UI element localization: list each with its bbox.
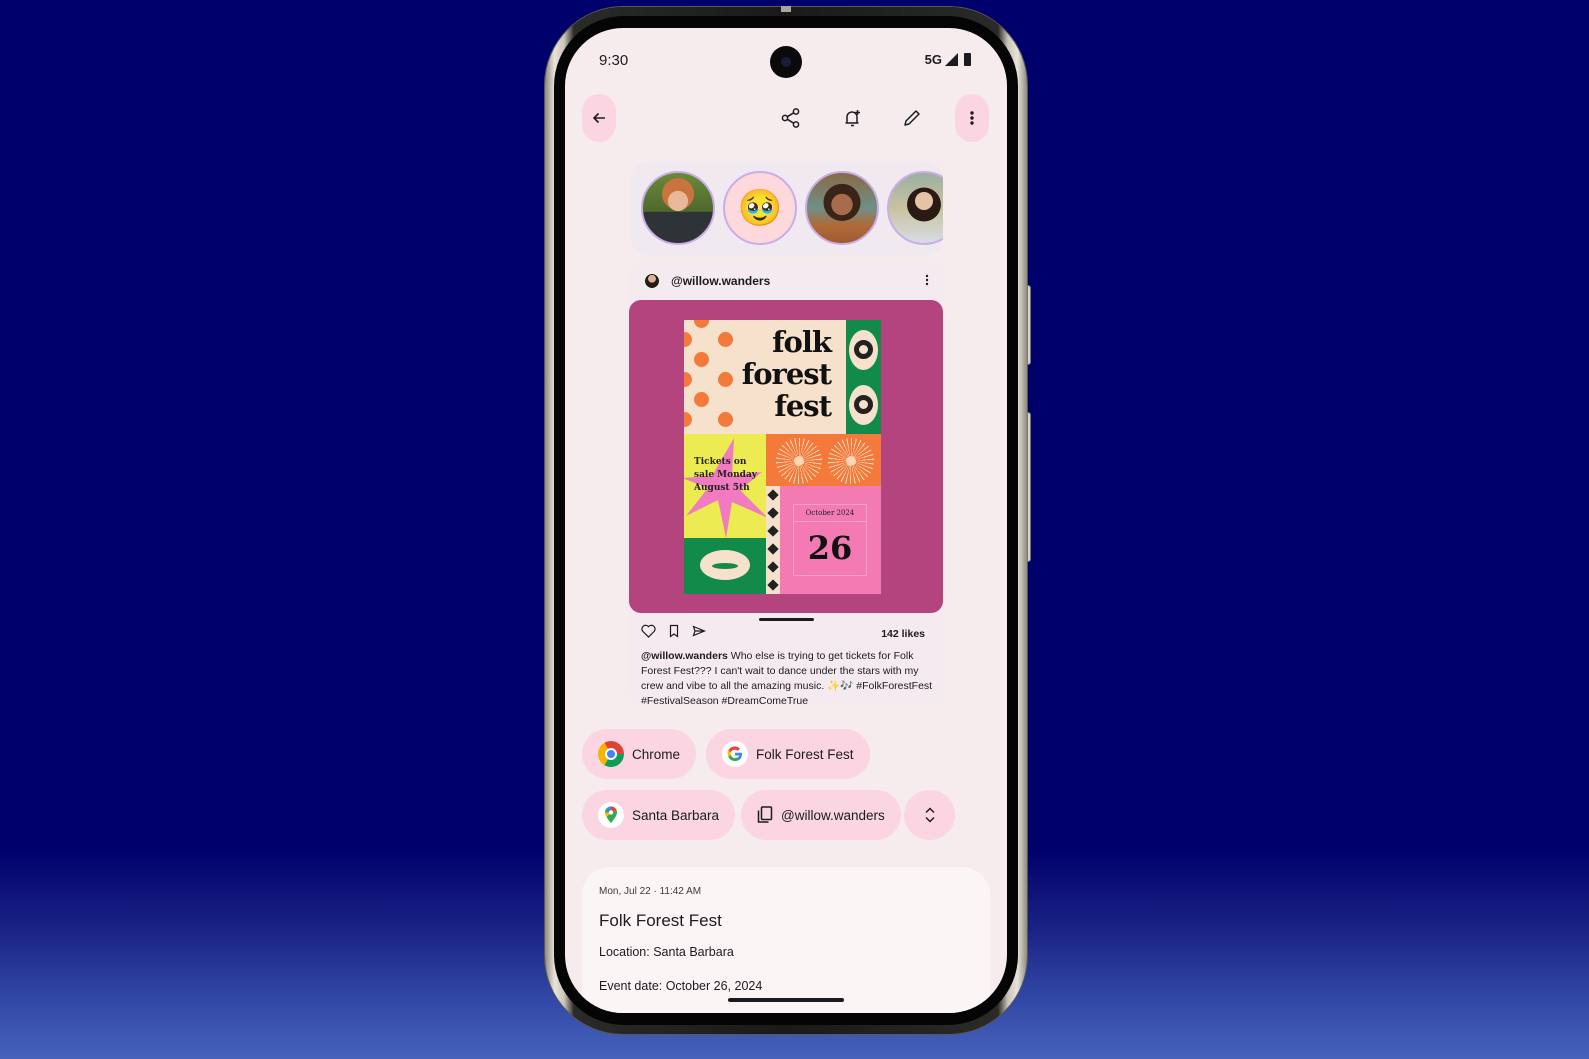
contact-avatar-emoji[interactable]: 🥹: [723, 171, 797, 245]
event-title: Folk Forest Fest: [599, 911, 722, 930]
post-likes: 142 likes: [881, 628, 925, 640]
more-options-button[interactable]: [955, 94, 989, 142]
contact-avatar[interactable]: [805, 171, 879, 245]
send-icon[interactable]: [692, 625, 706, 637]
bell-plus-icon: [845, 110, 860, 127]
contact-avatar[interactable]: [887, 171, 943, 245]
more-vert-icon: [970, 111, 974, 125]
bookmark-icon[interactable]: [668, 624, 680, 638]
post-caption: @willow.wanders Who else is trying to ge…: [641, 650, 933, 704]
edit-button[interactable]: [900, 106, 924, 130]
post-actions: [641, 624, 706, 638]
power-button: [1027, 285, 1031, 365]
unfold-more-icon: [924, 807, 935, 823]
post-header: @willow.wanders: [641, 270, 770, 292]
google-icon: [722, 741, 748, 767]
poster-tickets-panel: Tickets on sale Monday August 5th: [684, 434, 766, 538]
poster-dots-pattern: [684, 320, 746, 434]
maps-location-chip[interactable]: Santa Barbara: [582, 790, 736, 840]
volume-button: [1027, 412, 1031, 562]
poster-sunburst-panel: [766, 434, 881, 486]
pencil-icon: [904, 110, 920, 126]
add-reminder-button[interactable]: [841, 106, 865, 130]
event-location: Location: Santa Barbara: [599, 945, 734, 959]
contact-avatar[interactable]: [641, 171, 715, 245]
post-username: @willow.wanders: [671, 274, 771, 288]
back-button[interactable]: [582, 94, 616, 142]
carousel-indicator: [759, 618, 814, 621]
network-label: 5G: [924, 52, 942, 67]
post-image: folk forest fest Tickets on sale Monday …: [629, 300, 943, 613]
arrow-back-icon: [592, 112, 605, 124]
signal-icon: [945, 53, 958, 66]
post-screenshot-card: @willow.wanders folk forest fest Tickets…: [629, 262, 943, 704]
poster-calendar-month: October 2024: [794, 509, 866, 522]
poster-date-panel: October 2024 26: [780, 486, 881, 594]
lips-icon: [700, 550, 750, 580]
more-vert-icon: [925, 274, 929, 286]
event-summary-card[interactable]: Mon, Jul 22 · 11:42 AM Folk Forest Fest …: [582, 867, 990, 1013]
poster-calendar-day: 26: [807, 529, 853, 567]
expand-chips-button[interactable]: [904, 790, 955, 840]
poster-calendar: October 2024 26: [793, 504, 867, 576]
chip-label: Chrome: [632, 746, 681, 762]
front-camera: [770, 46, 802, 78]
gesture-home-bar[interactable]: [728, 998, 844, 1002]
poster-tickets-text: Tickets on sale Monday August 5th: [694, 457, 758, 493]
chip-label: Santa Barbara: [632, 807, 720, 823]
maps-pin-icon: [598, 802, 624, 828]
google-search-chip[interactable]: Folk Forest Fest: [706, 729, 870, 779]
status-icons: 5G: [925, 52, 971, 67]
poster-diamond-strip: [766, 486, 780, 594]
phone-antenna-band: [781, 6, 791, 12]
emoji-icon: 🥹: [737, 187, 783, 228]
chrome-icon: [598, 741, 624, 767]
chip-label: Folk Forest Fest: [756, 746, 854, 762]
poster-title: folk forest fest: [741, 325, 832, 423]
share-button[interactable]: [779, 106, 803, 130]
contacts-strip: 🥹: [631, 161, 943, 256]
battery-icon: [964, 53, 971, 66]
poster-eyes-pattern: [846, 320, 881, 434]
copy-icon: [757, 806, 773, 823]
share-icon: [781, 108, 800, 128]
post-author-avatar: [641, 270, 663, 292]
heart-icon[interactable]: [641, 624, 656, 638]
event-date: Event date: October 26, 2024: [599, 979, 763, 993]
open-chrome-chip[interactable]: Chrome: [582, 729, 697, 779]
festival-poster: folk forest fest Tickets on sale Monday …: [684, 320, 881, 594]
event-timestamp: Mon, Jul 22 · 11:42 AM: [599, 886, 702, 897]
status-time: 9:30: [599, 52, 629, 69]
poster-lips-panel: [684, 538, 766, 594]
phone-screen: 9:30 5G 🥹 @willow.wanders folk forest fe…: [565, 28, 1007, 1013]
chip-label: @willow.wanders: [781, 807, 885, 823]
copy-text-chip[interactable]: @willow.wanders: [741, 790, 901, 840]
